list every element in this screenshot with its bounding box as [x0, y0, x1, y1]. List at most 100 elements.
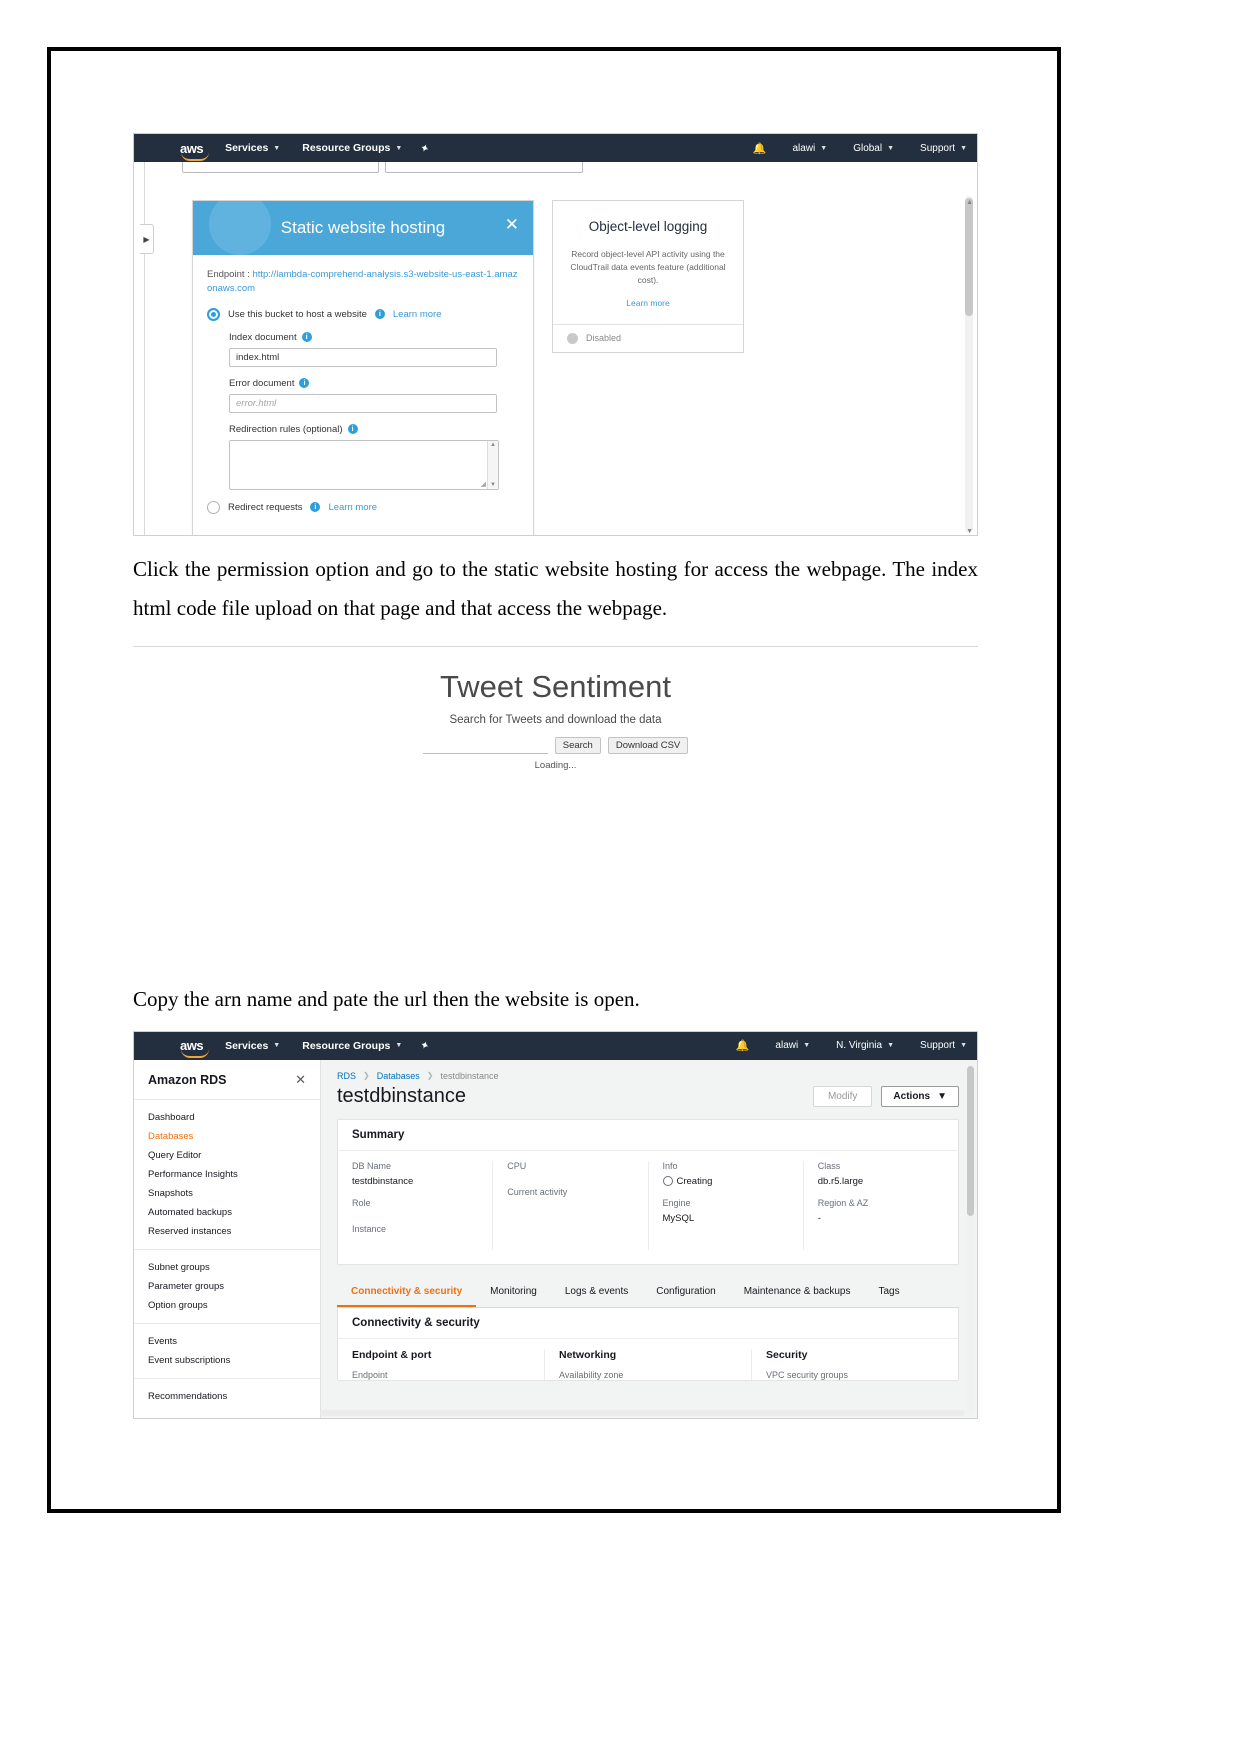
- chevron-down-icon: ▼: [395, 1042, 403, 1050]
- redirection-rules-textarea[interactable]: ▲ ▼ ◢: [229, 439, 499, 490]
- bell-icon[interactable]: 🔔: [736, 1039, 750, 1052]
- scroll-up-icon[interactable]: ▲: [966, 198, 973, 206]
- textarea-scrollbar[interactable]: ▲ ▼: [487, 440, 498, 489]
- breadcrumb-item-1[interactable]: Databases: [377, 1071, 420, 1081]
- summary-key: DB Name: [352, 1160, 392, 1171]
- chevron-down-icon: ▼: [887, 144, 895, 152]
- learn-more-link[interactable]: Learn more: [626, 298, 669, 308]
- tab-connectivity-security[interactable]: Connectivity & security: [337, 1278, 477, 1307]
- sidebar-header: Amazon RDS ✕: [134, 1060, 320, 1100]
- nav-region[interactable]: N. Virginia ▼: [836, 1040, 894, 1051]
- sidebar-item-query-editor[interactable]: Query Editor: [134, 1146, 320, 1165]
- radio-selected-icon[interactable]: [207, 307, 220, 321]
- sidebar-item-event-subscriptions[interactable]: Event subscriptions: [134, 1351, 320, 1370]
- nav-services[interactable]: Services ▼: [225, 1040, 280, 1052]
- scroll-down-icon[interactable]: ▼: [966, 527, 973, 535]
- error-document-input[interactable]: error.html: [229, 393, 497, 413]
- pin-icon[interactable]: ✦: [418, 140, 431, 155]
- option-redirect-requests-row[interactable]: Redirect requests i Learn more: [207, 500, 519, 514]
- nav-resource-groups[interactable]: Resource Groups ▼: [302, 1040, 402, 1052]
- sidebar-item-option-groups[interactable]: Option groups: [134, 1296, 320, 1315]
- rds-console-body: Amazon RDS ✕ Dashboard Databases Query Edi…: [134, 1059, 977, 1418]
- aws-logo[interactable]: aws: [180, 142, 209, 161]
- index-document-input[interactable]: index.html: [229, 347, 497, 367]
- sidebar-expand-handle[interactable]: ▶: [140, 224, 154, 254]
- radio-unselected-icon[interactable]: [207, 500, 220, 514]
- info-icon[interactable]: i: [374, 309, 385, 320]
- sidebar-item-events[interactable]: Events: [134, 1332, 320, 1351]
- info-icon[interactable]: i: [301, 332, 312, 343]
- info-icon[interactable]: i: [299, 378, 310, 389]
- info-icon[interactable]: i: [347, 424, 358, 435]
- sidebar-item-reserved-instances[interactable]: Reserved instances: [134, 1222, 320, 1241]
- nav-account[interactable]: alawi ▼: [792, 143, 827, 154]
- tab-configuration[interactable]: Configuration: [642, 1278, 729, 1307]
- s3-console-screenshot: aws Services ▼ Resource Groups ▼ ✦ 🔔 ala…: [133, 133, 978, 536]
- connectivity-column-title: Endpoint & port: [352, 1348, 432, 1361]
- summary-column-0: DB Name testdbinstance Role Instance: [338, 1160, 494, 1250]
- tab-tags[interactable]: Tags: [864, 1278, 913, 1307]
- sidebar-item-subnet-groups[interactable]: Subnet groups: [134, 1258, 320, 1277]
- option-host-website-row[interactable]: Use this bucket to host a website i Lear…: [207, 307, 519, 321]
- pin-icon[interactable]: ✦: [418, 1038, 431, 1053]
- summary-value: MySQL: [662, 1212, 695, 1224]
- page-scrollbar[interactable]: [967, 1065, 974, 1414]
- tab-monitoring[interactable]: Monitoring: [476, 1278, 551, 1307]
- bell-icon[interactable]: 🔔: [753, 142, 767, 155]
- search-input[interactable]: [422, 738, 548, 754]
- chevron-down-icon: ▼: [395, 144, 403, 152]
- aws-top-nav: aws Services ▼ Resource Groups ▼ ✦ 🔔 ala…: [134, 134, 977, 162]
- error-document-label-row: Error document i: [229, 378, 519, 389]
- summary-value: Creating: [662, 1176, 789, 1187]
- rds-console-screenshot: aws Services ▼ Resource Groups ▼ ✦ 🔔 ala…: [133, 1030, 978, 1419]
- horizontal-scrollbar[interactable]: [320, 1409, 965, 1416]
- nav-support[interactable]: Support ▼: [920, 143, 967, 154]
- breadcrumb-item-0[interactable]: RDS: [337, 1071, 356, 1081]
- page-actions: Modify Actions ▼: [812, 1085, 959, 1107]
- learn-more-link[interactable]: Learn more: [393, 309, 442, 320]
- actions-button[interactable]: Actions ▼: [881, 1085, 959, 1107]
- document-content: aws Services ▼ Resource Groups ▼ ✦ 🔔 ala…: [133, 133, 978, 1419]
- status-dot-icon: [567, 332, 578, 344]
- close-icon[interactable]: ✕: [505, 216, 519, 233]
- sidebar-item-snapshots[interactable]: Snapshots: [134, 1184, 320, 1203]
- globe-icon: [209, 201, 271, 255]
- page-title-row: testdbinstance Modify Actions ▼: [321, 1081, 977, 1108]
- nav-account[interactable]: alawi ▼: [775, 1040, 810, 1051]
- resize-grip-icon[interactable]: ◢: [481, 480, 486, 488]
- rds-main-area: RDS ❯ Databases ❯ testdbinstance testdbinsta…: [321, 1059, 977, 1418]
- tab-logs-events[interactable]: Logs & events: [551, 1278, 642, 1307]
- nav-support[interactable]: Support ▼: [920, 1040, 967, 1051]
- close-icon[interactable]: ✕: [295, 1072, 306, 1088]
- sidebar-item-dashboard[interactable]: Dashboard: [134, 1108, 320, 1127]
- chevron-down-icon: ▼: [960, 144, 967, 152]
- nav-services[interactable]: Services ▼: [225, 142, 280, 154]
- sidebar-item-performance-insights[interactable]: Performance Insights: [134, 1165, 320, 1184]
- index-document-label-row: Index document i: [229, 332, 519, 343]
- sidebar-group-1: Subnet groups Parameter groups Option grou…: [134, 1248, 320, 1323]
- chevron-down-icon: ▼: [803, 1042, 811, 1050]
- sidebar-item-databases[interactable]: Databases: [134, 1127, 320, 1146]
- tab-maintenance-backups[interactable]: Maintenance & backups: [730, 1278, 865, 1307]
- learn-more-link[interactable]: Learn more: [328, 502, 377, 513]
- page-title: testdbinstance: [337, 1084, 466, 1107]
- endpoint-url-link[interactable]: http://lambda-comprehend-analysis.s3-web…: [207, 269, 518, 294]
- panel-tab-right[interactable]: [385, 162, 583, 173]
- summary-key: CPU: [507, 1160, 527, 1171]
- aws-smile-icon: [181, 1049, 209, 1059]
- page-scrollbar[interactable]: [965, 196, 973, 533]
- sidebar-item-automated-backups[interactable]: Automated backups: [134, 1203, 320, 1222]
- nav-resource-groups[interactable]: Resource Groups ▼: [302, 142, 402, 154]
- chevron-down-icon: ▼: [937, 1090, 947, 1102]
- download-csv-button[interactable]: Download CSV: [607, 736, 689, 754]
- chevron-down-icon: ▼: [820, 144, 828, 152]
- panel-title: Static website hosting: [280, 218, 446, 237]
- aws-logo[interactable]: aws: [180, 1039, 209, 1059]
- nav-region[interactable]: Global ▼: [853, 143, 894, 154]
- modify-button[interactable]: Modify: [812, 1085, 873, 1107]
- search-button[interactable]: Search: [554, 736, 601, 754]
- panel-tab-left[interactable]: [182, 162, 379, 173]
- info-icon[interactable]: i: [310, 502, 321, 513]
- sidebar-item-parameter-groups[interactable]: Parameter groups: [134, 1277, 320, 1296]
- sidebar-item-recommendations[interactable]: Recommendations: [134, 1387, 320, 1406]
